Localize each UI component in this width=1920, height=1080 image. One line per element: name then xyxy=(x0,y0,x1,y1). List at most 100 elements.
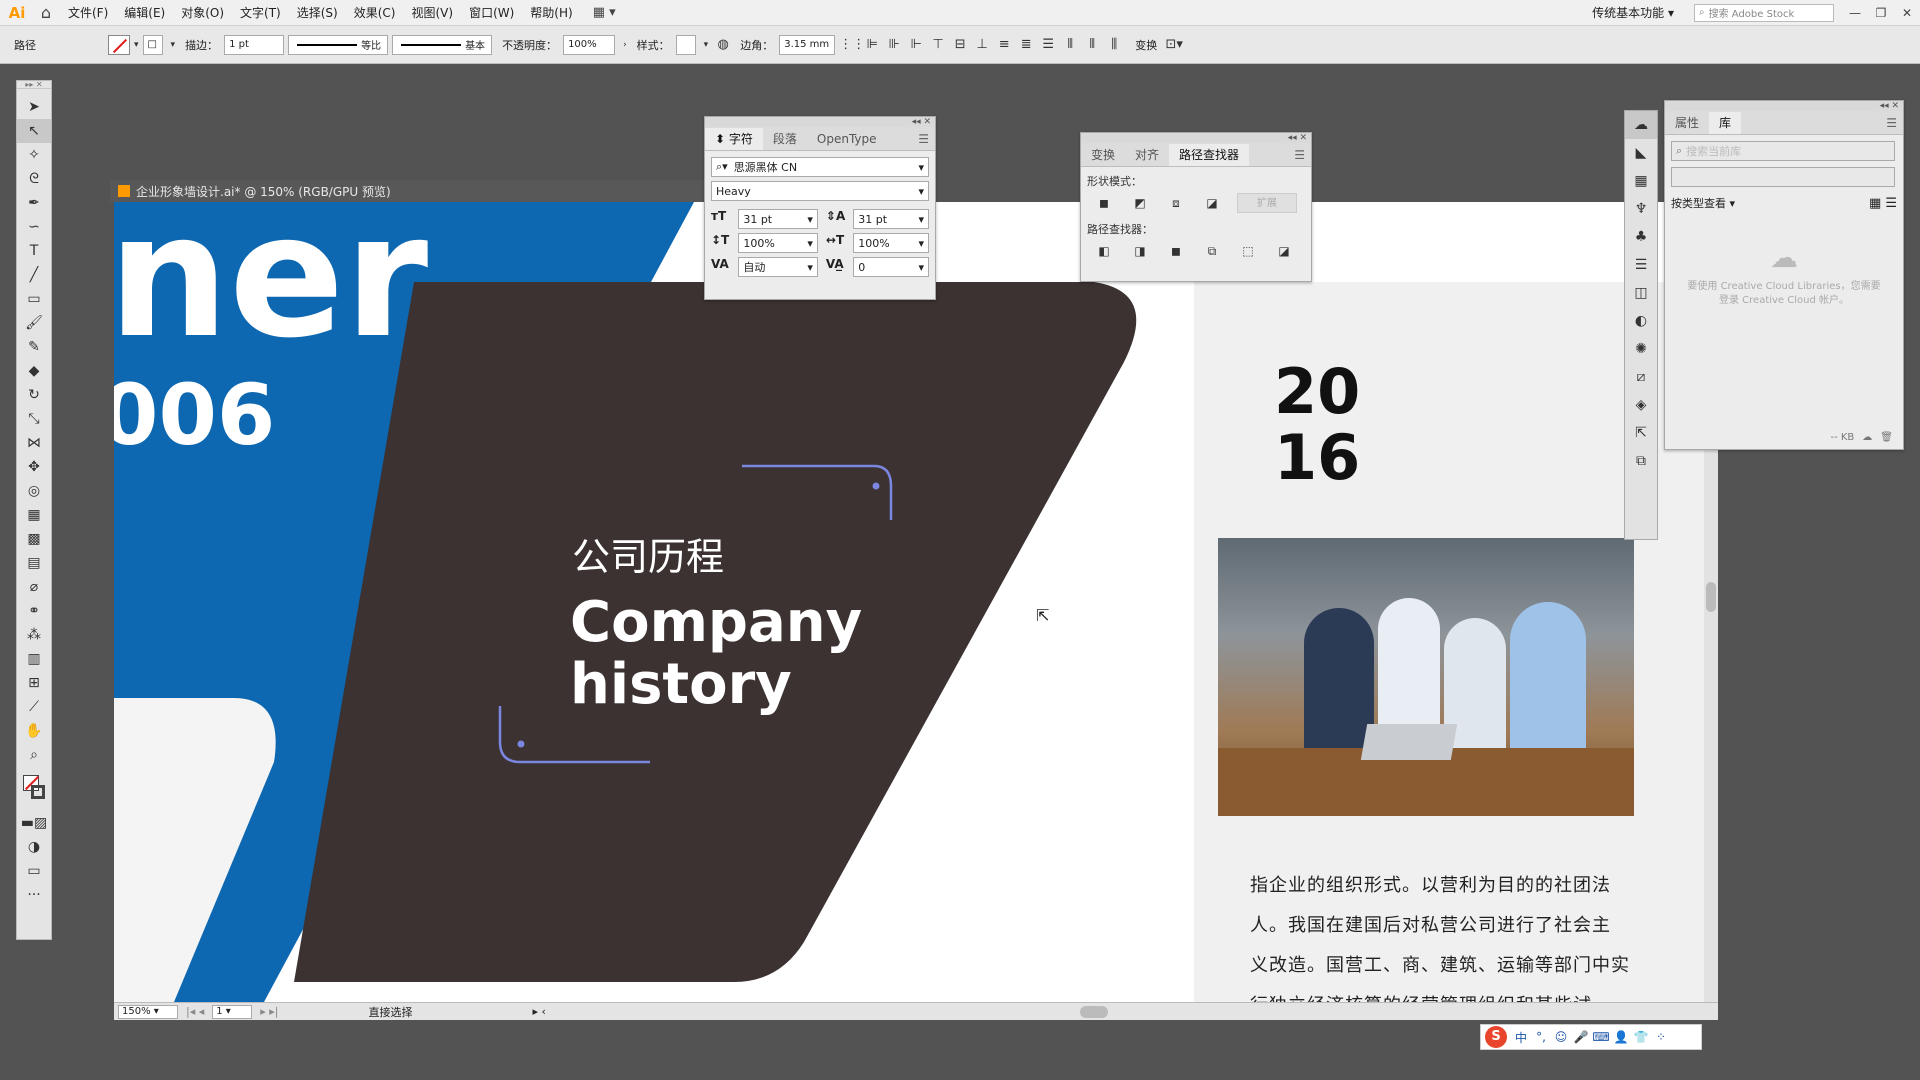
big-number-text[interactable]: 006 xyxy=(114,370,275,460)
menu-item[interactable]: 视图(V) xyxy=(403,4,461,21)
pen-tool[interactable]: ✒ xyxy=(17,191,51,215)
menu-item[interactable]: 窗口(W) xyxy=(461,4,522,21)
artboard-canvas[interactable]: ner 006 公司历程 Company history 20 16 指企业的组… xyxy=(114,202,1710,1002)
library-search-input[interactable]: ⌕ 搜索当前库 xyxy=(1671,141,1895,161)
user-icon[interactable]: 👤 xyxy=(1611,1030,1631,1044)
transform-label[interactable]: 变换 xyxy=(1135,37,1157,53)
panel-grip[interactable]: ▸▸ ✕ xyxy=(17,81,51,89)
artboards-icon[interactable]: ⧉ xyxy=(1625,447,1657,475)
stroke-color-swatch[interactable] xyxy=(31,785,45,799)
zoom-field[interactable]: 150% ▾ xyxy=(118,1004,178,1019)
curvature-tool[interactable]: ∽ xyxy=(17,215,51,239)
transparency-icon[interactable]: ◐ xyxy=(1625,307,1657,335)
brushes-icon[interactable]: ♆ xyxy=(1625,195,1657,223)
stroke-panel-icon[interactable]: ☰ xyxy=(1625,251,1657,279)
unite-icon[interactable]: ◼ xyxy=(1093,193,1115,213)
minimize-button[interactable]: — xyxy=(1842,6,1868,20)
tab-properties[interactable]: 属性 xyxy=(1665,112,1709,134)
kerning-field[interactable]: 自动 ▾ xyxy=(738,257,818,277)
zoom-tool[interactable]: ⌕ xyxy=(17,743,51,767)
align-right-icon[interactable]: ⊩ xyxy=(905,37,927,52)
workspace-switcher[interactable]: 传统基本功能 ▾ xyxy=(1592,4,1674,21)
draw-mode-icon[interactable]: ◑ xyxy=(17,835,51,859)
crop-icon[interactable]: ⧉ xyxy=(1201,241,1223,261)
more-tools-icon[interactable]: ··· xyxy=(17,883,51,907)
properties-icon[interactable]: ◣ xyxy=(1625,139,1657,167)
emoji-icon[interactable]: ☺ xyxy=(1551,1030,1571,1044)
align-center-icon[interactable]: ⊪ xyxy=(883,37,905,52)
graphic-style-swatch[interactable] xyxy=(675,34,696,55)
scale-tool[interactable]: ⤡ xyxy=(17,407,51,431)
font-family-field[interactable]: ⌕▾ 思源黑体 CN ▾ xyxy=(711,157,929,177)
rotate-tool[interactable]: ↻ xyxy=(17,383,51,407)
artboard-nav-next-icons[interactable]: ▸ ▸| xyxy=(260,1005,278,1018)
paintbrush-tool[interactable]: 🖌 xyxy=(17,311,51,335)
eraser-tool[interactable]: ◆ xyxy=(17,359,51,383)
tab-transform[interactable]: 变换 xyxy=(1081,144,1125,166)
menu-item[interactable]: 效果(C) xyxy=(346,4,404,21)
gradient-panel-icon[interactable]: ◫ xyxy=(1625,279,1657,307)
keyboard-icon[interactable]: ⌨ xyxy=(1591,1030,1611,1044)
screen-mode-icon[interactable]: ▭ xyxy=(17,859,51,883)
panel-collapse-icon[interactable]: ◂◂ ✕ xyxy=(1665,101,1903,111)
library-select[interactable] xyxy=(1671,167,1895,187)
graphic-styles-icon[interactable]: ⧄ xyxy=(1625,363,1657,391)
corner-radius-field[interactable]: 3.15 mm xyxy=(779,34,836,55)
menu-item[interactable]: 文件(F) xyxy=(60,4,116,21)
artboard-nav-icons[interactable]: |◂ ◂ xyxy=(186,1005,204,1018)
variable-width-profile[interactable]: 等比 xyxy=(288,34,389,55)
grid-view-icon[interactable]: ▦ xyxy=(1869,196,1881,211)
align-left-icon[interactable]: ⊫ xyxy=(861,37,883,52)
stroke-swatch[interactable]: □ xyxy=(142,34,163,55)
document-tab[interactable]: 企业形象墙设计.ai* @ 150% (RGB/GPU 预览) xyxy=(110,180,710,202)
color-mode-icon[interactable]: ▬▨ xyxy=(17,811,51,835)
line-tool[interactable]: ╱ xyxy=(17,263,51,287)
horizontal-scale-field[interactable]: 100% ▾ xyxy=(853,233,929,253)
distribute-center-icon[interactable]: ⦀ xyxy=(1081,37,1103,52)
big-word-text[interactable]: ner xyxy=(114,202,428,362)
year-line1[interactable]: 20 xyxy=(1274,358,1360,426)
shape-builder-tool[interactable]: ◎ xyxy=(17,479,51,503)
heading-english-line2[interactable]: history xyxy=(570,654,792,716)
status-arrow-icon[interactable]: ▸ ‹ xyxy=(533,1005,546,1018)
outline-icon[interactable]: ⬚ xyxy=(1237,241,1259,261)
stock-search-input[interactable]: ⌕ 搜索 Adobe Stock xyxy=(1694,3,1834,22)
chevron-down-icon[interactable]: ▾ xyxy=(704,40,709,50)
brush-definition[interactable]: 基本 xyxy=(392,34,493,55)
punctuation-icon[interactable]: °, xyxy=(1531,1030,1551,1044)
rectangle-tool[interactable]: ▭ xyxy=(17,287,51,311)
align-middle-icon[interactable]: ⊟ xyxy=(949,37,971,52)
distribute-right-icon[interactable]: ⫼ xyxy=(1103,37,1125,52)
puppet-warp-tool[interactable]: ✥ xyxy=(17,455,51,479)
expand-button[interactable]: 扩展 xyxy=(1237,193,1297,213)
minus-back-icon[interactable]: ◪ xyxy=(1273,241,1295,261)
eyedropper-tool[interactable]: ⌀ xyxy=(17,575,51,599)
perspective-grid-tool[interactable]: ▦ xyxy=(17,503,51,527)
workspace-layout-icon[interactable]: ▦ ▾ xyxy=(593,5,616,20)
chevron-down-icon[interactable]: ▾ xyxy=(134,40,139,50)
year-line2[interactable]: 16 xyxy=(1274,424,1360,492)
fill-swatch[interactable] xyxy=(108,34,130,55)
panel-collapse-icon[interactable]: ◂◂ ✕ xyxy=(705,117,935,127)
font-style-field[interactable]: Heavy ▾ xyxy=(711,181,929,201)
list-view-icon[interactable]: ☰ xyxy=(1885,196,1897,211)
home-icon[interactable]: ⌂ xyxy=(32,3,60,22)
column-graph-tool[interactable]: ▥ xyxy=(17,647,51,671)
tab-pathfinder[interactable]: 路径查找器 xyxy=(1169,144,1250,166)
toolbox-icon[interactable]: ⁘ xyxy=(1651,1030,1671,1044)
symbol-sprayer-tool[interactable]: ⁂ xyxy=(17,623,51,647)
restore-button[interactable]: ❐ xyxy=(1868,6,1894,20)
menu-item[interactable]: 对象(O) xyxy=(173,4,232,21)
tab-align[interactable]: 对齐 xyxy=(1125,144,1169,166)
artboard-number-field[interactable]: 1 ▾ xyxy=(212,1004,253,1019)
voice-icon[interactable]: 🎤 xyxy=(1571,1030,1591,1044)
export-icon[interactable]: ⇱ xyxy=(1625,419,1657,447)
width-tool[interactable]: ⋈ xyxy=(17,431,51,455)
chevron-right-icon[interactable]: › xyxy=(623,40,627,50)
opacity-label[interactable]: 不透明度： xyxy=(502,37,557,53)
direct-selection-tool[interactable]: ↖ xyxy=(17,119,51,143)
skin-icon[interactable]: 👕 xyxy=(1631,1030,1651,1044)
slice-tool[interactable]: ⟋ xyxy=(17,695,51,719)
language-toggle[interactable]: 中 xyxy=(1511,1029,1531,1046)
gradient-tool[interactable]: ▤ xyxy=(17,551,51,575)
